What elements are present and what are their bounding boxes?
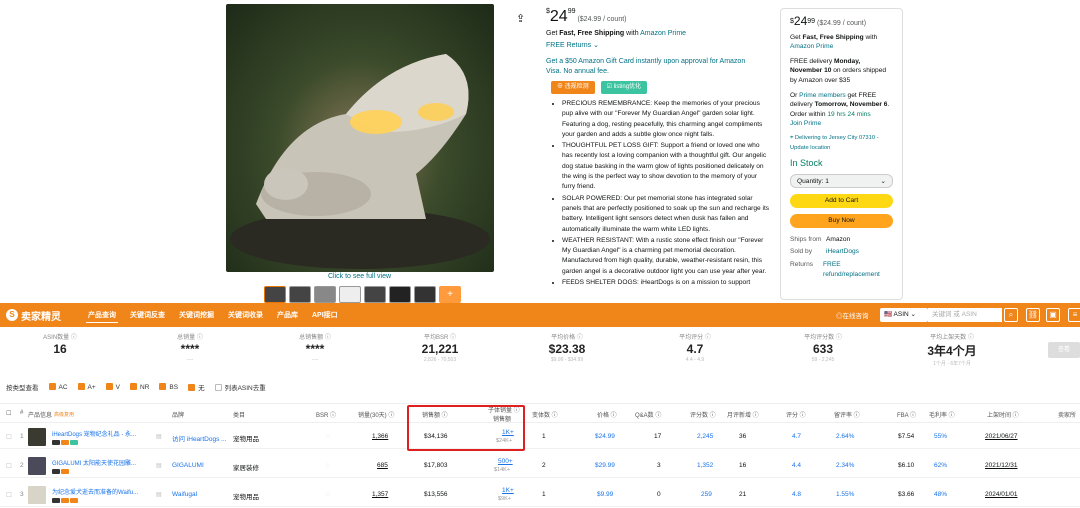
filter-ac[interactable]: AC xyxy=(48,383,68,391)
stat-asin-count: ASIN数量 ⓘ 16 xyxy=(43,335,77,356)
thumbnail[interactable] xyxy=(289,286,311,303)
brand-link[interactable]: Waifugal xyxy=(172,491,197,498)
bullet: FEEDS SHELTER DOGS: iHeartDogs is on a m… xyxy=(562,278,770,288)
view-button[interactable]: 查看 xyxy=(1048,342,1080,358)
link-icon[interactable]: ⛓ xyxy=(1026,308,1040,322)
stat-total-revenue: 总销售额 ⓘ **** ---- xyxy=(299,335,331,363)
feature-bullets: PRECIOUS REMEMBRANCE: Keep the memories … xyxy=(554,99,770,289)
free-returns-link[interactable]: FREE Returns ⌄ xyxy=(546,41,599,49)
buy-now-button[interactable]: Buy Now xyxy=(790,213,893,228)
marketplace-select[interactable]: 🇺🇸 ASIN ⌄ xyxy=(880,308,928,322)
nav-api[interactable]: API接口 xyxy=(310,308,340,322)
video-thumbnail[interactable] xyxy=(414,286,436,303)
gift-card-offer[interactable]: Get a $50 Amazon Gift Card instantly upo… xyxy=(546,57,761,77)
thumbnail[interactable] xyxy=(339,286,361,303)
more-thumbnails-button[interactable]: + xyxy=(439,286,461,303)
nav-keyword-index[interactable]: 关键词收录 xyxy=(226,308,265,322)
product-name-link[interactable]: GIGALUMI 太阳能天使花园雕... xyxy=(52,458,150,467)
delivery-location-link[interactable]: ⌖ Delivering to Jersey City 07310 - Upda… xyxy=(790,134,893,153)
menu-icon[interactable]: ≡ xyxy=(1068,308,1080,322)
online-consult-button[interactable]: ◎在线咨询 xyxy=(836,310,869,320)
bsr-icon[interactable]: ◌ xyxy=(326,462,330,469)
bullet: SOLAR POWERED: Our pet memorial stone ha… xyxy=(562,194,770,235)
bullet: WEATHER RESISTANT: With a rustic stone e… xyxy=(562,236,770,277)
nav-product-search[interactable]: 产品查询 xyxy=(86,308,118,323)
filter-v[interactable]: V xyxy=(105,383,120,391)
nav-keyword-mining[interactable]: 关键词挖掘 xyxy=(177,308,216,322)
product-thumbnail[interactable] xyxy=(28,457,46,475)
violation-check-button[interactable]: ⊕ 违规检测 xyxy=(551,81,595,94)
prime-link[interactable]: Amazon Prime xyxy=(790,43,833,50)
prime-link[interactable]: Amazon Prime xyxy=(640,30,686,37)
brand-link[interactable]: 访问 iHeartDogs ... xyxy=(172,433,227,443)
nav-product-library[interactable]: 产品库 xyxy=(275,308,300,322)
filter-aplus[interactable]: A+ xyxy=(77,383,96,391)
table-row[interactable]: ☐ 1 iHeartDogs 宠物纪念礼品 - 永... ▤ 访问 iHeart… xyxy=(0,425,1080,449)
stat-avg-listing-age: 平均上架天数 ⓘ 3年4个月 1个月 - 6年7个月 xyxy=(927,335,977,367)
search-icon[interactable]: ⌕ xyxy=(1004,308,1018,322)
filter-nr[interactable]: NR xyxy=(130,383,149,391)
filter-bs[interactable]: BS xyxy=(159,383,178,391)
thumbnail[interactable] xyxy=(314,286,336,303)
stat-avg-reviews: 平均评分数 ⓘ 633 59 - 2,245 xyxy=(804,335,842,363)
returns-link[interactable]: FREE refund/replacement xyxy=(823,260,893,279)
thumbnail-strip: + xyxy=(264,286,461,303)
table-header: ☐ # 产品信息 高级复用 品牌 类目 BSR ⓘ 销量(30天) ⓘ 销售额 … xyxy=(0,403,1080,423)
stat-avg-rating: 平均评分 ⓘ 4.7 4.4 - 4.9 xyxy=(679,335,711,363)
buy-box: $2499 ($24.99 / count) Get Fast, Free Sh… xyxy=(780,8,903,300)
filter-none[interactable]: 无 xyxy=(188,382,205,392)
row-checkbox[interactable]: ☐ xyxy=(6,433,12,441)
stat-avg-bsr: 平均BSR ⓘ 21,221 2,826 - 70,503 xyxy=(421,335,459,363)
select-all-checkbox[interactable]: ☐ xyxy=(6,410,11,417)
filter-label: 按类型查看 xyxy=(6,385,39,392)
product-thumbnail[interactable] xyxy=(28,428,46,446)
copy-icon[interactable]: ▤ xyxy=(156,491,162,498)
shipping-info: Get Fast, Free Shipping with Amazon Prim… xyxy=(546,30,687,37)
join-prime-link[interactable]: Join Prime xyxy=(790,120,821,127)
row-checkbox[interactable]: ☐ xyxy=(6,491,12,499)
quantity-select[interactable]: Quantity: 1 ⌄ xyxy=(790,173,893,188)
thumbnail[interactable] xyxy=(364,286,386,303)
copy-icon[interactable]: ▤ xyxy=(156,433,162,440)
nav-keyword-reverse[interactable]: 关键词反查 xyxy=(128,308,167,322)
thumbnail[interactable] xyxy=(264,286,286,303)
bsr-icon[interactable]: ◌ xyxy=(326,491,330,498)
logo-icon: S xyxy=(6,309,18,321)
highlight-box xyxy=(407,405,525,451)
stat-avg-price: 平均价格 ⓘ $23.38 $9.99 - $34.99 xyxy=(548,335,586,363)
stock-status: In Stock xyxy=(790,158,823,169)
row-checkbox[interactable]: ☐ xyxy=(6,462,12,470)
type-filters: 按类型查看 AC A+ V NR BS 无 列表ASIN去重 xyxy=(6,382,266,392)
chevron-down-icon: ⌄ xyxy=(880,177,886,185)
product-thumbnail[interactable] xyxy=(28,486,46,504)
listing-optimize-button[interactable]: ☑ listing优化 xyxy=(600,81,648,94)
product-name-link[interactable]: 为纪念爱犬逝去而准备的Waifu... xyxy=(52,487,150,496)
brand-link[interactable]: GIGALUMI xyxy=(172,462,204,469)
product-name-link[interactable]: iHeartDogs 宠物纪念礼品 - 永... xyxy=(52,429,150,438)
bullet: THOUGHTFUL PET LOSS GIFT: Support a frie… xyxy=(562,141,770,192)
plugin-toolbar: S 卖家精灵 产品查询 关键词反查 关键词挖掘 关键词收录 产品库 API接口 ◎… xyxy=(0,303,1080,327)
bullet: PRECIOUS REMEMBRANCE: Keep the memories … xyxy=(562,99,770,140)
sellersprite-logo: S 卖家精灵 xyxy=(6,308,76,323)
seller-link[interactable]: iHeartDogs xyxy=(826,247,859,257)
add-to-cart-button[interactable]: Add to Cart xyxy=(790,193,893,208)
bsr-icon[interactable]: ◌ xyxy=(326,433,330,440)
filter-dedupe[interactable]: 列表ASIN去重 xyxy=(214,382,266,392)
copy-icon[interactable]: ▤ xyxy=(156,462,162,469)
share-icon[interactable]: ⇪ xyxy=(516,12,525,25)
window-icon[interactable]: ▣ xyxy=(1046,308,1060,322)
thumbnail[interactable] xyxy=(389,286,411,303)
stat-total-sales: 总销量 ⓘ **** ---- xyxy=(177,335,203,363)
price: $2499 ($24.99 / count) xyxy=(546,8,627,25)
see-full-view-link[interactable]: Click to see full view xyxy=(328,273,391,280)
search-input[interactable]: 关键词 或 ASIN xyxy=(928,308,1002,322)
table-row[interactable]: ☐ 3 为纪念爱犬逝去而准备的Waifu... ▤ Waifugal 宠物用品 … xyxy=(0,483,1080,507)
table-row[interactable]: ☐ 2 GIGALUMI 太阳能天使花园雕... ▤ GIGALUMI 家居装修… xyxy=(0,454,1080,478)
product-main-image[interactable] xyxy=(226,4,494,272)
